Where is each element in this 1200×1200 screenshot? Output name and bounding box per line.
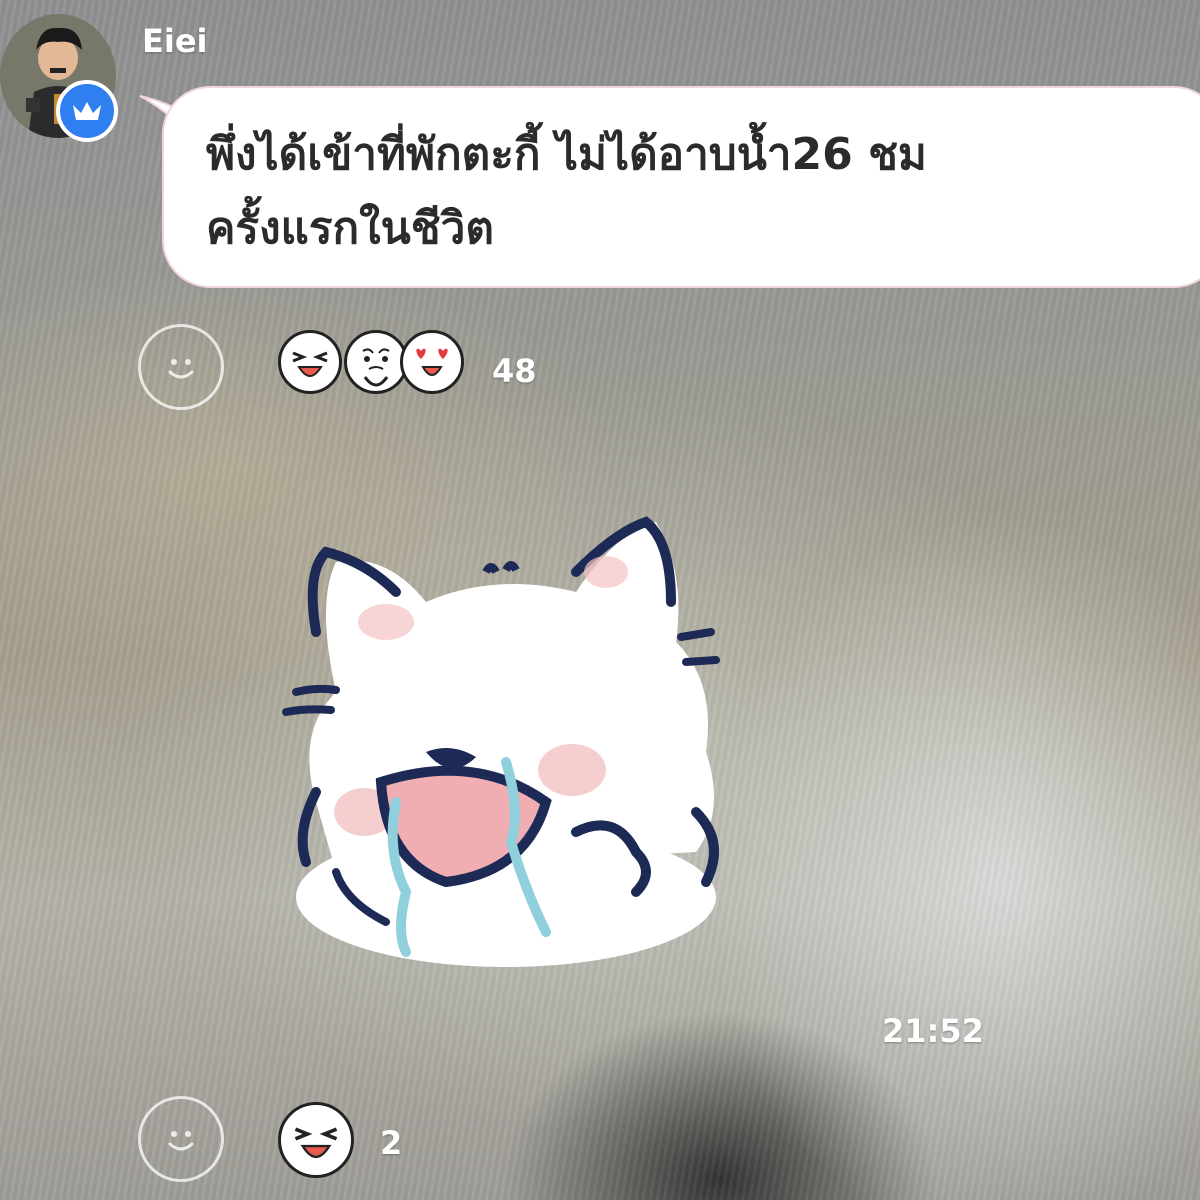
heart-eyes-face-icon bbox=[400, 330, 464, 394]
laughing-face-icon bbox=[278, 1102, 354, 1178]
add-reaction-button-2[interactable] bbox=[138, 1096, 224, 1182]
smiley-icon bbox=[168, 1131, 194, 1151]
laughing-face-icon bbox=[278, 330, 342, 394]
crown-badge-icon bbox=[56, 80, 118, 142]
message-reactions[interactable] bbox=[278, 330, 478, 410]
message-bubble[interactable]: พึ่งได้เข้าที่พักตะกี้ ไม่ได้อาบน้ำ26 ชม… bbox=[162, 86, 1200, 288]
sticker-reaction-count: 2 bbox=[380, 1124, 403, 1162]
smiley-icon bbox=[168, 359, 194, 379]
praying-face-icon bbox=[344, 330, 408, 394]
add-reaction-button[interactable] bbox=[138, 324, 224, 410]
sender-name: Eiei bbox=[142, 22, 208, 60]
crying-dog-sticker[interactable] bbox=[276, 512, 746, 972]
message-timestamp: 21:52 bbox=[882, 1012, 984, 1050]
message-reaction-count: 48 bbox=[492, 352, 537, 390]
sticker-reactions[interactable] bbox=[278, 1102, 358, 1182]
message-text: พึ่งได้เข้าที่พักตะกี้ ไม่ได้อาบน้ำ26 ชม… bbox=[206, 129, 927, 254]
